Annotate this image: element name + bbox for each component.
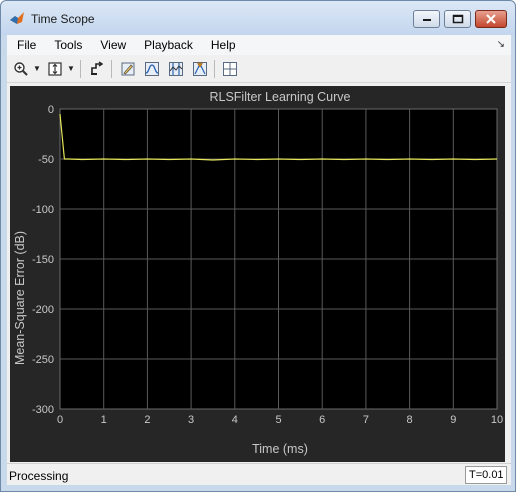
x-tick-label: 8: [407, 414, 413, 426]
x-tick-label: 7: [363, 414, 369, 426]
title-bar[interactable]: Time Scope: [1, 1, 515, 35]
minimize-icon: [422, 19, 431, 21]
y-axis-label: Mean-Square Error (dB): [13, 231, 27, 365]
scope-display[interactable]: RLSFilter Learning Curve 0 -50 -100 -150 -20…: [10, 86, 505, 462]
x-tick-label: 10: [491, 414, 503, 426]
peak-finder-button[interactable]: [190, 59, 210, 79]
status-text: Processing: [9, 469, 69, 483]
zoom-dropdown-arrow[interactable]: ▼: [33, 64, 41, 74]
y-tick-label: -250: [32, 354, 54, 366]
x-tick-label: 5: [275, 414, 281, 426]
y-tick-label: 0: [48, 104, 54, 116]
edit-config-icon: [121, 62, 135, 76]
layout-button[interactable]: [220, 59, 240, 79]
zoom-in-icon: [14, 62, 28, 76]
y-tick-label: -200: [32, 304, 54, 316]
client-area: File Tools View Playback Help ↘ ▼ ▼ RLSF…: [7, 35, 511, 485]
time-scope-window: Time Scope File Tools View Playback Help…: [0, 0, 516, 492]
menu-file[interactable]: File: [7, 38, 45, 52]
x-tick-label: 3: [188, 414, 194, 426]
y-tick-label: -50: [38, 154, 54, 166]
menu-dock-arrow-icon[interactable]: ↘: [497, 39, 505, 50]
toolbar-separator: [80, 60, 81, 78]
zoom-fit-dropdown-arrow[interactable]: ▼: [67, 64, 75, 74]
toolbar: ▼ ▼: [7, 56, 511, 83]
menu-view[interactable]: View: [91, 38, 135, 52]
x-tick-label: 6: [319, 414, 325, 426]
window-title: Time Scope: [31, 12, 95, 26]
edit-config-button[interactable]: [118, 59, 138, 79]
chart-title: RLSFilter Learning Curve: [209, 90, 350, 104]
zoom-fit-icon: [48, 62, 62, 76]
menu-playback[interactable]: Playback: [135, 38, 202, 52]
simulation-time: T=0.01: [465, 466, 507, 484]
x-axis-label: Time (ms): [252, 442, 308, 456]
menu-bar: File Tools View Playback Help ↘: [7, 35, 511, 55]
menu-tools[interactable]: Tools: [45, 38, 91, 52]
triggers-button[interactable]: [142, 59, 162, 79]
matlab-icon: [10, 12, 24, 24]
toolbar-separator: [214, 60, 215, 78]
y-tick-label: -300: [32, 404, 54, 416]
restore-icon: [91, 61, 104, 75]
status-bar: Processing T=0.01: [7, 463, 511, 485]
menu-help[interactable]: Help: [202, 38, 245, 52]
maximize-button[interactable]: [444, 10, 471, 28]
chart[interactable]: RLSFilter Learning Curve 0 -50 -100 -150 -20…: [10, 86, 505, 462]
x-tick-label: 0: [57, 414, 63, 426]
zoom-in-button[interactable]: [11, 59, 31, 79]
y-tick-label: -100: [32, 204, 54, 216]
x-tick-label: 2: [144, 414, 150, 426]
y-tick-label: -150: [32, 254, 54, 266]
x-tick-label: 9: [450, 414, 456, 426]
triggers-icon: [145, 62, 159, 76]
minimize-button[interactable]: [413, 10, 440, 28]
x-tick-label: 1: [101, 414, 107, 426]
peak-finder-icon: [193, 62, 207, 76]
x-tick-label: 4: [232, 414, 238, 426]
layout-icon: [223, 62, 237, 76]
close-button[interactable]: [475, 10, 507, 28]
cursor-measurements-button[interactable]: [166, 59, 186, 79]
zoom-fit-button[interactable]: [45, 59, 65, 79]
toolbar-separator: [111, 60, 112, 78]
restore-button[interactable]: [87, 59, 107, 79]
cursor-measurements-icon: [169, 62, 183, 76]
maximize-icon: [452, 14, 463, 24]
close-icon: [486, 14, 496, 24]
